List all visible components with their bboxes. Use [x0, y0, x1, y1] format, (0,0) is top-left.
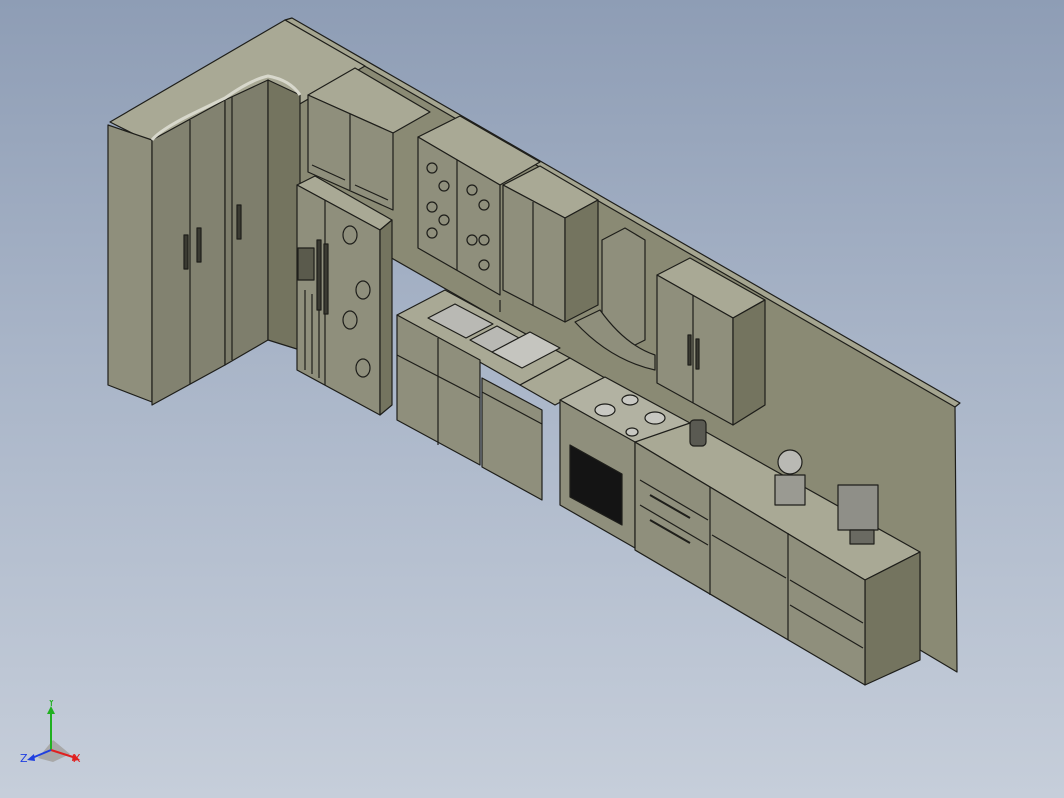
axis-z-label: Z [20, 752, 28, 765]
corner-cabinet-side [267, 79, 301, 351]
burner [644, 411, 666, 425]
upper-cabinet-2-side [564, 199, 599, 323]
cabinet-handle [183, 234, 189, 270]
stand-mixer [777, 449, 803, 475]
glass-detail [426, 227, 438, 239]
fridge-handle [323, 243, 329, 315]
glass-detail [426, 201, 438, 213]
burner [594, 403, 616, 417]
magnet [342, 225, 358, 245]
tall-cabinet-front-left [107, 124, 153, 403]
cabinet-handle [196, 227, 202, 263]
glass-detail [466, 184, 478, 196]
axis-x-label: X [73, 752, 81, 765]
fridge-side [379, 219, 393, 416]
coffee-maker [837, 484, 879, 531]
glass-detail [438, 214, 450, 226]
burner [621, 394, 639, 406]
glass-detail [478, 234, 490, 246]
blender [689, 419, 707, 447]
magnet [355, 358, 371, 378]
burner [625, 427, 639, 437]
kitchen-model[interactable] [0, 0, 1064, 798]
glass-detail [466, 234, 478, 246]
axis-y-label: Y [47, 700, 55, 709]
magnet [342, 310, 358, 330]
fridge-handle [316, 239, 322, 311]
coffee-maker-base [849, 529, 875, 545]
orientation-triad[interactable]: Y X Z [18, 700, 88, 770]
axis-z-arrow [27, 754, 35, 761]
cabinet-handle [695, 338, 700, 370]
stand-mixer-base [774, 474, 806, 506]
glass-detail [438, 180, 450, 192]
cabinet-handle [687, 334, 692, 366]
graphics-viewport[interactable]: Y X Z [0, 0, 1064, 798]
magnet [355, 280, 371, 300]
ice-dispenser [297, 247, 315, 281]
right-upper-cabinet-side [732, 299, 766, 426]
glass-detail [426, 162, 438, 174]
cabinet-handle [236, 204, 242, 240]
glass-detail [478, 259, 490, 271]
glass-detail [478, 199, 490, 211]
